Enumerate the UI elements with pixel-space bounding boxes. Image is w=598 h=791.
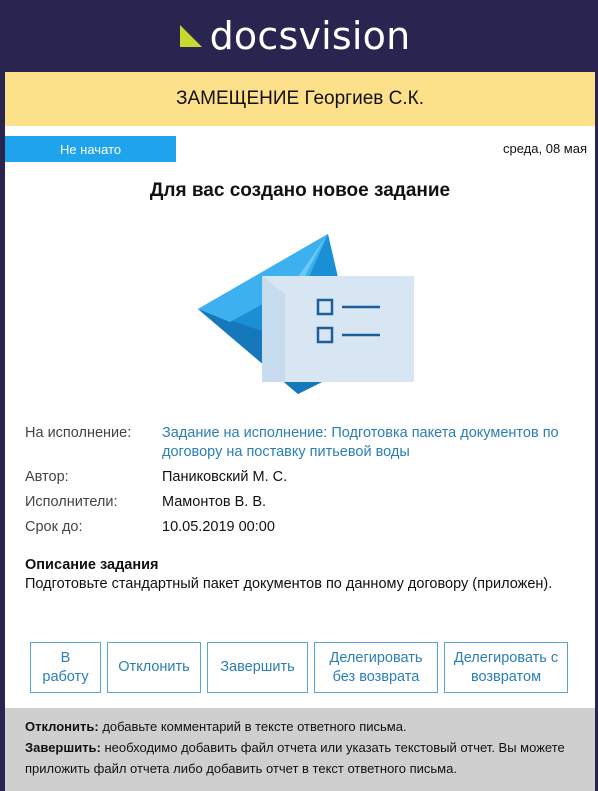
substitution-banner: ЗАМЕЩЕНИЕ Георгиев С.К. <box>5 72 595 126</box>
take-to-work-button[interactable]: В работу <box>30 642 101 693</box>
task-card: ЗАМЕЩЕНИЕ Георгиев С.К. Не начато среда,… <box>5 72 595 791</box>
description-title: Описание задания <box>25 557 159 573</box>
performers-value: Мамонтов В. В. <box>162 494 267 510</box>
complete-button[interactable]: Завершить <box>207 642 308 693</box>
complete-instruction: Завершить: необходимо добавить файл отче… <box>25 737 575 779</box>
task-description: Описание задания Подготовьте стандартный… <box>25 556 565 594</box>
detail-label: Срок до: <box>25 519 83 535</box>
detail-row-assignment: На исполнение: Задание на исполнение: По… <box>25 424 580 462</box>
logo-text: docsvision <box>209 14 411 58</box>
logo-triangle-icon <box>179 25 202 47</box>
reject-instruction: Отклонить: добавьте комментарий в тексте… <box>25 716 575 737</box>
action-buttons: В работу Отклонить Завершить Делегироват… <box>30 642 568 694</box>
complete-text: необходимо добавить файл отчета или указ… <box>25 740 565 776</box>
detail-row-author: Автор: Паниковский М. С. <box>25 468 580 487</box>
detail-label: На исполнение: <box>25 425 132 441</box>
status-row: Не начато среда, 08 мая <box>5 126 595 174</box>
complete-term: Завершить: <box>25 740 101 755</box>
reject-text: добавьте комментарий в тексте ответного … <box>98 719 407 734</box>
task-details: На исполнение: Задание на исполнение: По… <box>25 424 580 543</box>
task-date: среда, 08 мая <box>503 141 587 156</box>
delegate-with-return-button[interactable]: Делегировать с возвратом <box>444 642 568 693</box>
description-text: Подготовьте стандартный пакет документов… <box>25 576 553 592</box>
task-envelope-icon <box>198 234 414 394</box>
page-title: Для вас создано новое задание <box>149 180 451 201</box>
docsvision-logo: docsvision <box>178 17 411 55</box>
deadline-value: 10.05.2019 00:00 <box>162 519 275 535</box>
reject-button[interactable]: Отклонить <box>107 642 201 693</box>
detail-label: Автор: <box>25 469 69 485</box>
detail-row-deadline: Срок до: 10.05.2019 00:00 <box>25 518 580 537</box>
instructions-footer: Отклонить: добавьте комментарий в тексте… <box>5 708 595 791</box>
detail-row-performers: Исполнители: Мамонтов В. В. <box>25 493 580 512</box>
assignment-link[interactable]: Задание на исполнение: Подготовка пакета… <box>162 424 580 462</box>
email-header: docsvision <box>0 0 598 72</box>
delegate-without-return-button[interactable]: Делегировать без возврата <box>314 642 438 693</box>
status-badge: Не начато <box>5 136 176 162</box>
reject-term: Отклонить: <box>25 719 99 734</box>
author-value: Паниковский М. С. <box>162 469 288 485</box>
detail-label: Исполнители: <box>25 494 118 510</box>
